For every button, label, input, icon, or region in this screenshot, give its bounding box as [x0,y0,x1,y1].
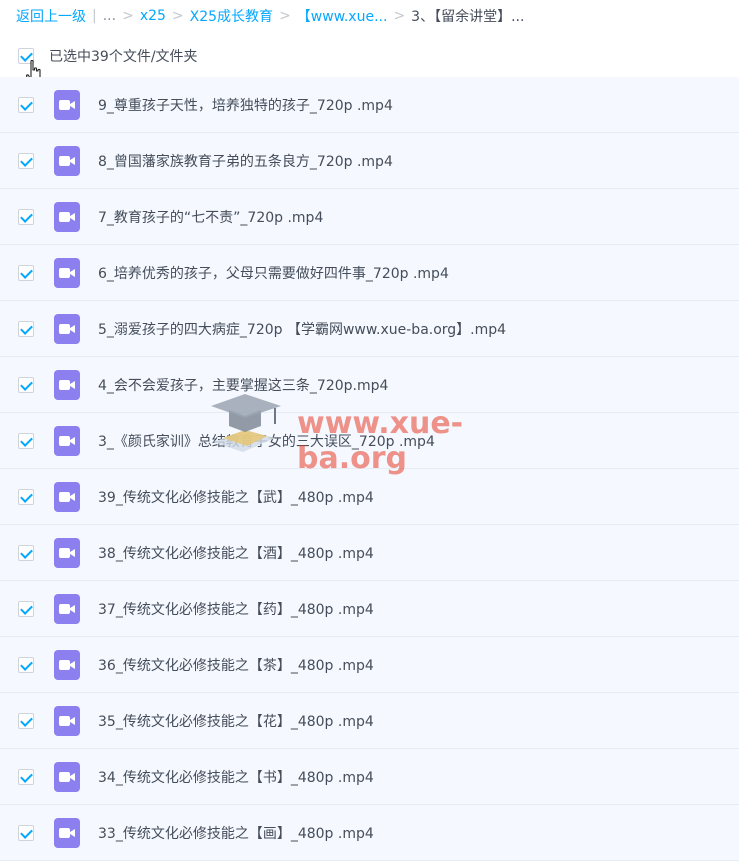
file-checkbox[interactable] [18,377,34,393]
file-checkbox[interactable] [18,433,34,449]
video-file-icon [54,426,80,456]
file-name[interactable]: 8_曾国藩家族教育子弟的五条良方_720p .mp4 [98,151,393,171]
breadcrumb-item-x25[interactable]: x25 [140,8,166,24]
file-row[interactable]: 7_教育孩子的“七不责”_720p .mp4 [0,189,739,245]
file-name[interactable]: 35_传统文化必修技能之【花】_480p .mp4 [98,711,374,731]
file-row[interactable]: 37_传统文化必修技能之【药】_480p .mp4 [0,581,739,637]
file-row[interactable]: 34_传统文化必修技能之【书】_480p .mp4 [0,749,739,805]
file-checkbox[interactable] [18,489,34,505]
video-file-icon [54,482,80,512]
file-row[interactable]: 3_《颜氏家训》总结教育子女的三大误区_720p .mp4 [0,413,739,469]
breadcrumb-separator: > [171,8,184,24]
breadcrumb-separator: > [279,8,291,24]
breadcrumb-separator: > [122,8,134,24]
file-checkbox[interactable] [18,265,34,281]
file-name[interactable]: 4_会不会爱孩子，主要掌握这三条_720p.mp4 [98,375,388,395]
file-row[interactable]: 6_培养优秀的孩子，父母只需要做好四件事_720p .mp4 [0,245,739,301]
file-row[interactable]: 5_溺爱孩子的四大病症_720p 【学霸网www.xue-ba.org】.mp4 [0,301,739,357]
breadcrumb-divider: | [92,8,97,24]
breadcrumb-current: 3、【留余讲堂】... [411,9,525,25]
video-file-icon [54,706,80,736]
file-name[interactable]: 38_传统文化必修技能之【酒】_480p .mp4 [98,543,374,563]
file-name[interactable]: 9_尊重孩子天性，培养独特的孩子_720p .mp4 [98,95,393,115]
video-file-icon [54,538,80,568]
breadcrumb-separator: > [393,8,406,24]
file-row[interactable]: 38_传统文化必修技能之【酒】_480p .mp4 [0,525,739,581]
breadcrumb: 返回上一级 | ... > x25 > X25成长教育 > 【www.xue..… [16,5,524,27]
file-checkbox[interactable] [18,97,34,113]
file-row[interactable]: 8_曾国藩家族教育子弟的五条良方_720p .mp4 [0,133,739,189]
file-checkbox[interactable] [18,657,34,673]
file-row[interactable]: 36_传统文化必修技能之【茶】_480p .mp4 [0,637,739,693]
selection-count-label: 已选中39个文件/文件夹 [49,49,198,65]
file-checkbox[interactable] [18,713,34,729]
select-all-bar: 已选中39个文件/文件夹 [18,46,198,66]
video-file-icon [54,762,80,792]
video-file-icon [54,594,80,624]
file-name[interactable]: 7_教育孩子的“七不责”_720p .mp4 [98,207,323,227]
file-checkbox[interactable] [18,825,34,841]
file-checkbox[interactable] [18,153,34,169]
file-list: 9_尊重孩子天性，培养独特的孩子_720p .mp4 8_曾国藩家族教育子弟的五条… [0,77,739,861]
video-file-icon [54,370,80,400]
file-name[interactable]: 36_传统文化必修技能之【茶】_480p .mp4 [98,655,374,675]
breadcrumb-item-website[interactable]: 【www.xue... [297,6,388,26]
file-checkbox[interactable] [18,545,34,561]
back-link[interactable]: 返回上一级 [16,6,86,26]
video-file-icon [54,146,80,176]
file-row[interactable]: 39_传统文化必修技能之【武】_480p .mp4 [0,469,739,525]
file-name[interactable]: 37_传统文化必修技能之【药】_480p .mp4 [98,599,374,619]
file-checkbox[interactable] [18,209,34,225]
file-row[interactable]: 4_会不会爱孩子，主要掌握这三条_720p.mp4 [0,357,739,413]
file-row[interactable]: 35_传统文化必修技能之【花】_480p .mp4 [0,693,739,749]
file-name[interactable]: 39_传统文化必修技能之【武】_480p .mp4 [98,487,374,507]
file-row[interactable]: 33_传统文化必修技能之【画】_480p .mp4 [0,805,739,861]
file-row[interactable]: 9_尊重孩子天性，培养独特的孩子_720p .mp4 [0,77,739,133]
file-name[interactable]: 6_培养优秀的孩子，父母只需要做好四件事_720p .mp4 [98,263,449,283]
file-checkbox[interactable] [18,321,34,337]
file-checkbox[interactable] [18,601,34,617]
video-file-icon [54,90,80,120]
file-name[interactable]: 5_溺爱孩子的四大病症_720p 【学霸网www.xue-ba.org】.mp4 [98,319,506,339]
video-file-icon [54,314,80,344]
video-file-icon [54,202,80,232]
video-file-icon [54,818,80,848]
file-name[interactable]: 3_《颜氏家训》总结教育子女的三大误区_720p .mp4 [98,431,435,451]
file-name[interactable]: 34_传统文化必修技能之【书】_480p .mp4 [98,767,374,787]
video-file-icon [54,650,80,680]
file-name[interactable]: 33_传统文化必修技能之【画】_480p .mp4 [98,823,374,843]
video-file-icon [54,258,80,288]
breadcrumb-item-x25-education[interactable]: X25成长教育 [190,6,273,26]
file-checkbox[interactable] [18,769,34,785]
breadcrumb-ellipsis[interactable]: ... [103,8,116,24]
